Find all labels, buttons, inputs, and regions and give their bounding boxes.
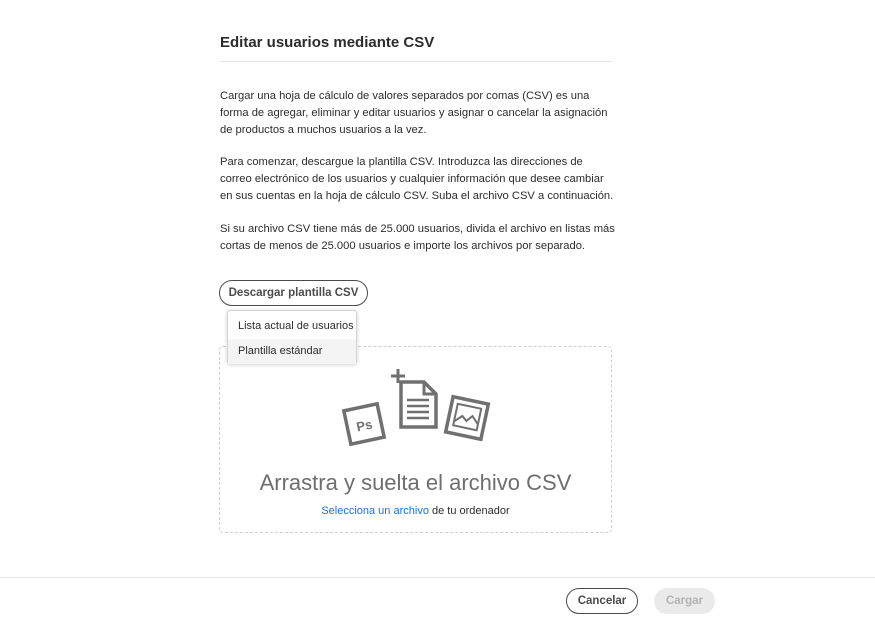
download-template-menu: Lista actual de usuarios Plantilla están… bbox=[227, 310, 357, 364]
menu-item-standard-template[interactable]: Plantilla estándar bbox=[228, 339, 356, 364]
photoshop-file-icon: Ps bbox=[341, 401, 387, 447]
upload-button[interactable]: Cargar bbox=[654, 588, 715, 614]
edit-users-csv-dialog: Editar usuarios mediante CSV Cargar una … bbox=[0, 0, 875, 620]
dialog-title: Editar usuarios mediante CSV bbox=[220, 34, 435, 51]
cancel-button[interactable]: Cancelar bbox=[566, 588, 638, 614]
select-file-link[interactable]: Selecciona un archivo bbox=[321, 505, 429, 517]
add-document-icon bbox=[391, 369, 438, 429]
instructions-paragraph: Para comenzar, descargue la plantilla CS… bbox=[220, 156, 614, 202]
image-file-icon bbox=[443, 394, 491, 442]
dropzone-suffix: de tu ordenador bbox=[428, 505, 510, 517]
intro-paragraph: Cargar una hoja de cálculo de valores se… bbox=[220, 90, 608, 136]
download-template-button[interactable]: Descargar plantilla CSV bbox=[219, 280, 368, 306]
menu-item-current-users[interactable]: Lista actual de usuarios bbox=[228, 314, 356, 339]
file-icons-group: Ps bbox=[341, 369, 491, 447]
dropzone-subtext: Selecciona un archivo de tu ordenador bbox=[220, 505, 611, 517]
limit-paragraph: Si su archivo CSV tiene más de 25.000 us… bbox=[220, 223, 615, 252]
csv-dropzone[interactable]: Ps Arrastra y suelta el archivo CSV Sele… bbox=[219, 346, 612, 533]
dialog-footer: Cancelar Cargar bbox=[0, 578, 875, 620]
dropzone-main-text: Arrastra y suelta el archivo CSV bbox=[259, 470, 572, 495]
title-divider bbox=[220, 61, 612, 62]
